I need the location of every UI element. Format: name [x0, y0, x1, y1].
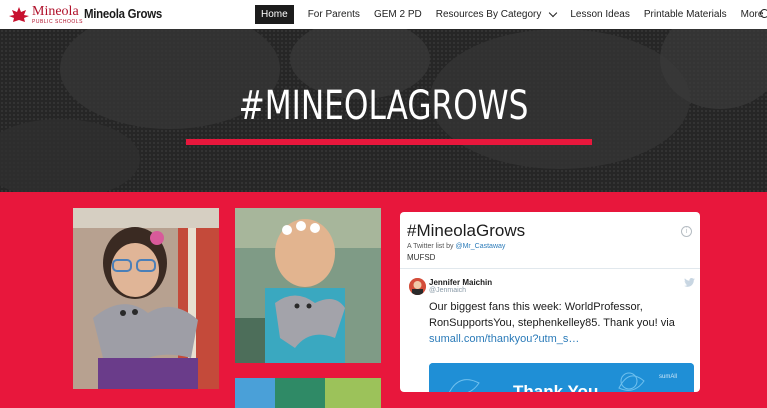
- twitter-list-owner: A Twitter list by @Mr_Castaway: [407, 243, 505, 250]
- tweet-text: Our biggest fans this week: WorldProfess…: [429, 299, 684, 347]
- chevron-down-icon: [549, 8, 558, 17]
- leaf-icon: [9, 7, 29, 22]
- tweet-body: Our biggest fans this week: WorldProfess…: [429, 301, 675, 329]
- photo-image: [235, 378, 381, 408]
- nav-printable-materials[interactable]: Printable Materials: [644, 5, 727, 24]
- avatar-image: [409, 278, 426, 295]
- photo-girl-with-plush[interactable]: [73, 208, 219, 389]
- tweet-author[interactable]: Jennifer Maichin: [429, 278, 492, 287]
- search-icon[interactable]: [760, 9, 767, 18]
- twitter-bird-icon[interactable]: [684, 278, 695, 287]
- tweet-handle[interactable]: @Jenmaich: [429, 287, 466, 294]
- logo-text: Mineola: [32, 4, 79, 19]
- info-icon[interactable]: i: [681, 226, 692, 237]
- photo-image: [73, 208, 219, 389]
- avatar[interactable]: [409, 278, 426, 295]
- nav-resources-label: Resources By Category: [435, 9, 542, 20]
- photo-boy-with-plush[interactable]: [235, 208, 381, 363]
- nav-home[interactable]: Home: [255, 5, 294, 24]
- top-nav-bar: Mineola PUBLIC SCHOOLS Mineola Grows Hom…: [0, 0, 767, 29]
- list-owner-link[interactable]: @Mr_Castaway: [456, 243, 506, 250]
- nav-gem-2-pd[interactable]: GEM 2 PD: [374, 5, 422, 24]
- card-headline: Thank You: [513, 382, 599, 392]
- nav-lesson-ideas[interactable]: Lesson Ideas: [570, 5, 630, 24]
- hero-title: #MINEOLAGROWS: [238, 83, 529, 129]
- photo-image: [235, 208, 381, 363]
- twitter-list-name: MUFSD: [407, 253, 436, 262]
- hero-banner: #MINEOLAGROWS: [0, 29, 767, 192]
- main-nav: Home For Parents GEM 2 PD Resources By C…: [250, 5, 767, 24]
- tweet-media-card[interactable]: Thank You sumAll: [429, 363, 694, 392]
- site-title[interactable]: Mineola Grows: [84, 6, 162, 21]
- content-section: #MineolaGrows i A Twitter list by @Mr_Ca…: [0, 192, 767, 408]
- photo-thumbnail[interactable]: [235, 378, 381, 408]
- list-by-prefix: A Twitter list by: [407, 243, 456, 250]
- nav-resources-by-category[interactable]: Resources By Category: [435, 5, 558, 24]
- divider: [400, 268, 700, 269]
- twitter-timeline-widget: #MineolaGrows i A Twitter list by @Mr_Ca…: [400, 212, 700, 392]
- twitter-list-title[interactable]: #MineolaGrows: [407, 221, 525, 241]
- card-brand: sumAll: [659, 374, 678, 380]
- tweet-link[interactable]: sumall.com/thankyou?utm_s…: [429, 333, 579, 345]
- mineola-logo[interactable]: Mineola PUBLIC SCHOOLS: [8, 4, 83, 26]
- hero-divider: [186, 139, 592, 145]
- logo-subtext: PUBLIC SCHOOLS: [32, 19, 83, 25]
- nav-for-parents[interactable]: For Parents: [308, 5, 360, 24]
